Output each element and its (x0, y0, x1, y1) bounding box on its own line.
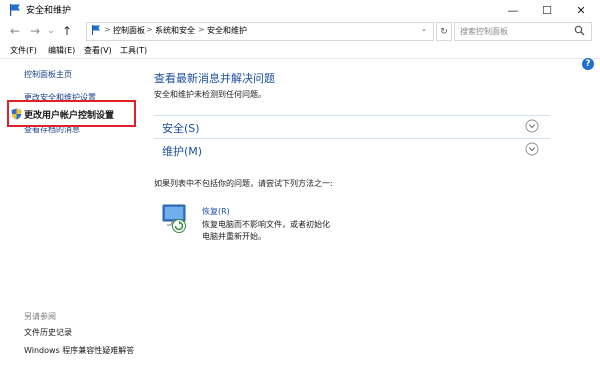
sidebar-home-link[interactable]: 控制面板主页 (24, 69, 72, 80)
section-security-label[interactable]: 安全(S) (162, 120, 200, 136)
compatibility-troubleshooter-link[interactable]: Windows 程序兼容性疑难解答 (24, 345, 134, 356)
menu-tools[interactable]: 工具(T) (120, 45, 147, 56)
sidebar-uac-settings-link[interactable]: 更改用户帐户控制设置 (24, 108, 114, 121)
close-button[interactable]: ✕ (564, 0, 598, 20)
file-history-link[interactable]: 文件历史记录 (24, 327, 72, 338)
maximize-button[interactable]: ☐ (530, 0, 564, 20)
page-subtitle: 安全和维护未检测到任何问题。 (154, 90, 266, 99)
breadcrumb-separator: > (146, 25, 153, 34)
forward-button[interactable]: → (28, 22, 42, 40)
menu-view[interactable]: 查看(V) (84, 45, 112, 56)
breadcrumb-system-security[interactable]: 系统和安全 (155, 25, 195, 36)
control-panel-flag-icon (92, 25, 100, 35)
section-maintenance[interactable] (154, 138, 550, 161)
suggestion-text: 如果列表中不包括你的问题，请尝试下列方法之一: (154, 179, 333, 188)
recovery-icon (162, 204, 186, 233)
breadcrumb-control-panel[interactable]: 控制面板 (113, 25, 145, 36)
window-title: 安全和维护 (26, 6, 72, 16)
section-maintenance-label[interactable]: 维护(M) (162, 143, 202, 159)
address-dropdown-button[interactable]: ⌄ (421, 25, 427, 33)
search-placeholder: 搜索控制面板 (460, 27, 508, 36)
menu-divider (0, 58, 600, 59)
breadcrumb-security-maintenance[interactable]: 安全和维护 (207, 25, 247, 36)
help-icon[interactable]: ? (582, 58, 594, 70)
chevron-down-icon[interactable] (525, 142, 539, 156)
page-title: 查看最新消息并解决问题 (154, 72, 275, 85)
breadcrumb-separator: > (104, 25, 111, 34)
recovery-link[interactable]: 恢复(R) (202, 206, 230, 217)
section-security[interactable] (154, 115, 550, 138)
breadcrumb-separator: > (198, 25, 205, 34)
back-button[interactable]: ← (8, 22, 22, 40)
refresh-button[interactable]: ↻ (436, 22, 452, 41)
flag-icon (10, 4, 20, 16)
recent-locations-button[interactable]: ⌄ (44, 22, 58, 40)
see-also-heading: 另请参阅 (24, 312, 56, 321)
chevron-down-icon[interactable] (525, 119, 539, 133)
up-button[interactable]: ↑ (60, 22, 74, 40)
recovery-description: 恢复电脑而不影响文件，或者初始化电脑并重新开始。 (202, 220, 330, 241)
uac-shield-icon (11, 108, 22, 120)
menu-edit[interactable]: 编辑(E) (48, 45, 75, 56)
menu-file[interactable]: 文件(F) (10, 45, 37, 56)
search-icon[interactable] (574, 25, 585, 36)
minimize-button[interactable]: — (496, 0, 530, 20)
